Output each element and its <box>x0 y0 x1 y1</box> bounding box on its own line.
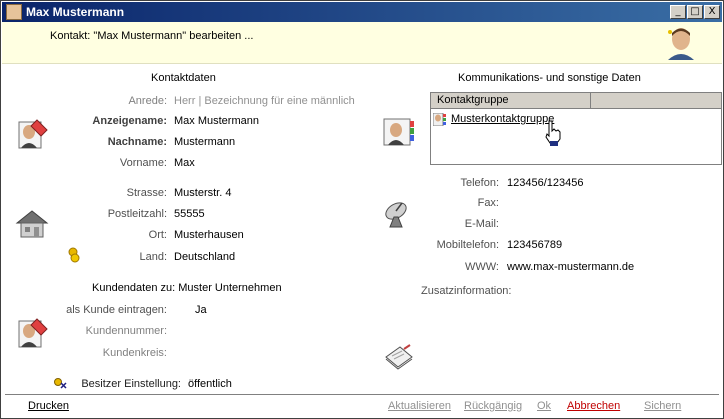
person-app-icon <box>6 4 22 20</box>
contact-group-link[interactable]: Musterkontaktgruppe <box>451 113 554 125</box>
person-avatar-icon <box>668 28 694 60</box>
plz-label: Postleitzahl: <box>107 208 167 220</box>
contact-group-list[interactable]: Kontaktgruppe Musterkontaktgruppe <box>430 92 722 165</box>
email-label: E-Mail: <box>464 218 499 230</box>
land-label: Land: <box>139 251 167 263</box>
strasse-label: Strasse: <box>126 187 167 199</box>
strasse-field[interactable]: Musterstr. 4 <box>174 187 231 199</box>
mobil-label: Mobiltelefon: <box>436 239 499 251</box>
anzeigename-label: Anzeigename: <box>92 115 167 127</box>
window-title: Max Mustermann <box>26 5 125 19</box>
hand-cursor-icon <box>545 120 561 146</box>
title-bar: Max Mustermann _ □ X <box>2 2 722 22</box>
minimize-button[interactable]: _ <box>670 5 686 19</box>
mobil-field[interactable]: 123456789 <box>507 239 562 251</box>
kunde-field[interactable]: Ja <box>195 304 207 316</box>
contact-group-header: Kontaktgruppe <box>431 93 721 109</box>
satellite-dish-icon <box>385 202 407 228</box>
header-banner: Kontakt: "Max Mustermann" bearbeiten ... <box>2 22 722 64</box>
vorname-field[interactable]: Max <box>174 157 195 169</box>
ort-field[interactable]: Musterhausen <box>174 229 244 241</box>
kundenkreis-label: Kundenkreis: <box>102 347 167 359</box>
zusatz-label: Zusatzinformation: <box>421 285 512 297</box>
besitzer-field[interactable]: öffentlich <box>188 378 232 390</box>
nachname-label: Nachname: <box>107 136 167 148</box>
kunde-label: als Kunde eintragen: <box>66 304 167 316</box>
cancel-button[interactable]: Abbrechen <box>567 400 620 412</box>
besitzer-label: Besitzer Einstellung: <box>81 378 181 390</box>
telefon-label: Telefon: <box>460 177 499 189</box>
address-book-icon <box>383 118 414 146</box>
anzeigename-field[interactable]: Max Mustermann <box>174 115 259 127</box>
list-item[interactable]: Musterkontaktgruppe <box>433 111 554 127</box>
contact-edit-window: Max Mustermann _ □ X Kontakt: "Max Muste… <box>0 0 724 419</box>
group-person-icon <box>433 113 446 126</box>
plz-field[interactable]: 55555 <box>174 208 205 220</box>
www-label: WWW: <box>464 261 499 273</box>
customer-section-title: Kundendaten zu: Muster Unternehmen <box>92 282 282 294</box>
land-field[interactable]: Deutschland <box>174 251 235 263</box>
refresh-button[interactable]: Aktualisieren <box>388 400 451 412</box>
contact-card-icon <box>18 119 48 149</box>
house-icon <box>15 210 49 238</box>
fax-label: Fax: <box>477 197 499 209</box>
telefon-field[interactable]: 123456/123456 <box>507 177 583 189</box>
footer-divider <box>5 394 719 395</box>
undo-button[interactable]: Rückgängig <box>464 400 522 412</box>
close-button[interactable]: X <box>704 5 720 19</box>
notepad-icon <box>385 344 413 370</box>
print-button[interactable]: Drucken <box>28 400 69 412</box>
anrede-field[interactable]: Herr | Bezeichnung für eine männlich <box>174 95 355 107</box>
www-field[interactable]: www.max-mustermann.de <box>507 261 634 273</box>
nachname-field[interactable]: Mustermann <box>174 136 235 148</box>
maximize-button[interactable]: □ <box>687 5 703 19</box>
ort-label: Ort: <box>148 229 167 241</box>
communication-section-title: Kommunikations- und sonstige Daten <box>458 72 641 84</box>
kundennummer-label: Kundennummer: <box>85 325 167 337</box>
save-button[interactable]: Sichern <box>644 400 681 412</box>
contact-group-column-header[interactable]: Kontaktgruppe <box>431 93 591 109</box>
contact-section-title: Kontaktdaten <box>151 72 216 84</box>
ok-button[interactable]: Ok <box>537 400 551 412</box>
anrede-label: Anrede: <box>128 95 167 107</box>
header-text: Kontakt: "Max Mustermann" bearbeiten ... <box>50 30 254 42</box>
vorname-label: Vorname: <box>119 157 167 169</box>
